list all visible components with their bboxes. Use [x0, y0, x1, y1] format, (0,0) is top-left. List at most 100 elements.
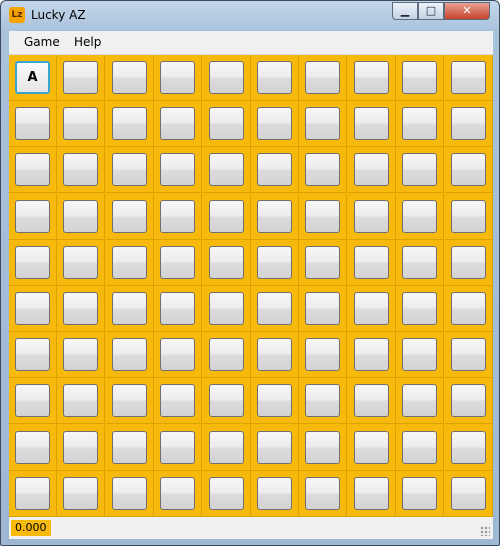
tile-button[interactable]: [305, 292, 341, 325]
tile-button[interactable]: [208, 153, 244, 187]
tile-button[interactable]: [15, 338, 50, 372]
tile-button[interactable]: [208, 292, 244, 325]
tile-button[interactable]: [257, 61, 292, 94]
tile-button[interactable]: [450, 107, 486, 141]
tile-button[interactable]: [63, 245, 99, 279]
tile-button[interactable]: [450, 384, 486, 418]
tile-button[interactable]: [111, 430, 147, 464]
tile-button[interactable]: [160, 292, 196, 325]
tile-button[interactable]: [450, 338, 486, 372]
tile-button[interactable]: [353, 153, 389, 187]
tile-button[interactable]: [257, 338, 292, 372]
tile-button[interactable]: [208, 61, 244, 94]
tile-button[interactable]: [353, 476, 389, 510]
tile-button[interactable]: [450, 476, 486, 510]
tile-button[interactable]: [63, 292, 99, 325]
tile-button[interactable]: [208, 430, 244, 464]
tile-button[interactable]: [111, 61, 147, 94]
tile-button[interactable]: [353, 430, 389, 464]
tile-button[interactable]: [111, 476, 147, 510]
tile-button[interactable]: [111, 338, 147, 372]
tile-button[interactable]: [208, 338, 244, 372]
tile-button[interactable]: A: [15, 61, 50, 94]
tile-button[interactable]: [63, 338, 99, 372]
tile-button[interactable]: [305, 107, 341, 141]
tile-button[interactable]: [402, 384, 438, 418]
tile-button[interactable]: [257, 245, 292, 279]
tile-button[interactable]: [402, 245, 438, 279]
menu-game[interactable]: Game: [24, 35, 60, 49]
tile-button[interactable]: [160, 199, 196, 233]
tile-button[interactable]: [257, 153, 292, 187]
tile-button[interactable]: [111, 292, 147, 325]
tile-button[interactable]: [63, 199, 99, 233]
tile-button[interactable]: [63, 107, 99, 141]
tile-button[interactable]: [111, 107, 147, 141]
tile-button[interactable]: [15, 476, 50, 510]
tile-button[interactable]: [257, 199, 292, 233]
tile-button[interactable]: [160, 153, 196, 187]
tile-button[interactable]: [160, 338, 196, 372]
tile-button[interactable]: [63, 153, 99, 187]
tile-button[interactable]: [305, 384, 341, 418]
tile-button[interactable]: [208, 384, 244, 418]
title-bar[interactable]: Lz Lucky AZ ▁ □ ✕: [1, 1, 499, 31]
tile-button[interactable]: [305, 430, 341, 464]
tile-button[interactable]: [63, 384, 99, 418]
tile-button[interactable]: [305, 245, 341, 279]
tile-button[interactable]: [63, 430, 99, 464]
tile-button[interactable]: [450, 199, 486, 233]
tile-button[interactable]: [402, 61, 438, 94]
tile-button[interactable]: [257, 476, 292, 510]
tile-button[interactable]: [353, 107, 389, 141]
close-button[interactable]: ✕: [444, 2, 490, 20]
menu-help[interactable]: Help: [74, 35, 101, 49]
tile-button[interactable]: [353, 338, 389, 372]
tile-button[interactable]: [450, 153, 486, 187]
tile-button[interactable]: [160, 245, 196, 279]
tile-button[interactable]: [305, 338, 341, 372]
tile-button[interactable]: [15, 430, 50, 464]
tile-button[interactable]: [208, 245, 244, 279]
tile-button[interactable]: [160, 430, 196, 464]
tile-button[interactable]: [15, 245, 50, 279]
tile-button[interactable]: [111, 245, 147, 279]
tile-button[interactable]: [208, 476, 244, 510]
tile-button[interactable]: [160, 476, 196, 510]
tile-button[interactable]: [208, 107, 244, 141]
tile-button[interactable]: [111, 199, 147, 233]
tile-button[interactable]: [305, 61, 341, 94]
tile-button[interactable]: [353, 61, 389, 94]
tile-button[interactable]: [15, 292, 50, 325]
tile-button[interactable]: [160, 384, 196, 418]
tile-button[interactable]: [257, 384, 292, 418]
tile-button[interactable]: [15, 107, 50, 141]
tile-button[interactable]: [257, 107, 292, 141]
tile-button[interactable]: [305, 199, 341, 233]
tile-button[interactable]: [450, 245, 486, 279]
tile-button[interactable]: [450, 430, 486, 464]
tile-button[interactable]: [111, 384, 147, 418]
tile-button[interactable]: [15, 153, 50, 187]
tile-button[interactable]: [402, 153, 438, 187]
tile-button[interactable]: [353, 199, 389, 233]
tile-button[interactable]: [353, 384, 389, 418]
tile-button[interactable]: [257, 292, 292, 325]
tile-button[interactable]: [402, 292, 438, 325]
tile-button[interactable]: [63, 476, 99, 510]
tile-button[interactable]: [160, 61, 196, 94]
tile-button[interactable]: [402, 338, 438, 372]
tile-button[interactable]: [111, 153, 147, 187]
tile-button[interactable]: [63, 61, 99, 94]
tile-button[interactable]: [15, 384, 50, 418]
tile-button[interactable]: [402, 199, 438, 233]
tile-button[interactable]: [450, 61, 486, 94]
minimize-button[interactable]: ▁: [392, 2, 418, 20]
tile-button[interactable]: [257, 430, 292, 464]
tile-button[interactable]: [402, 476, 438, 510]
tile-button[interactable]: [402, 430, 438, 464]
tile-button[interactable]: [208, 199, 244, 233]
tile-button[interactable]: [160, 107, 196, 141]
tile-button[interactable]: [402, 107, 438, 141]
tile-button[interactable]: [305, 476, 341, 510]
